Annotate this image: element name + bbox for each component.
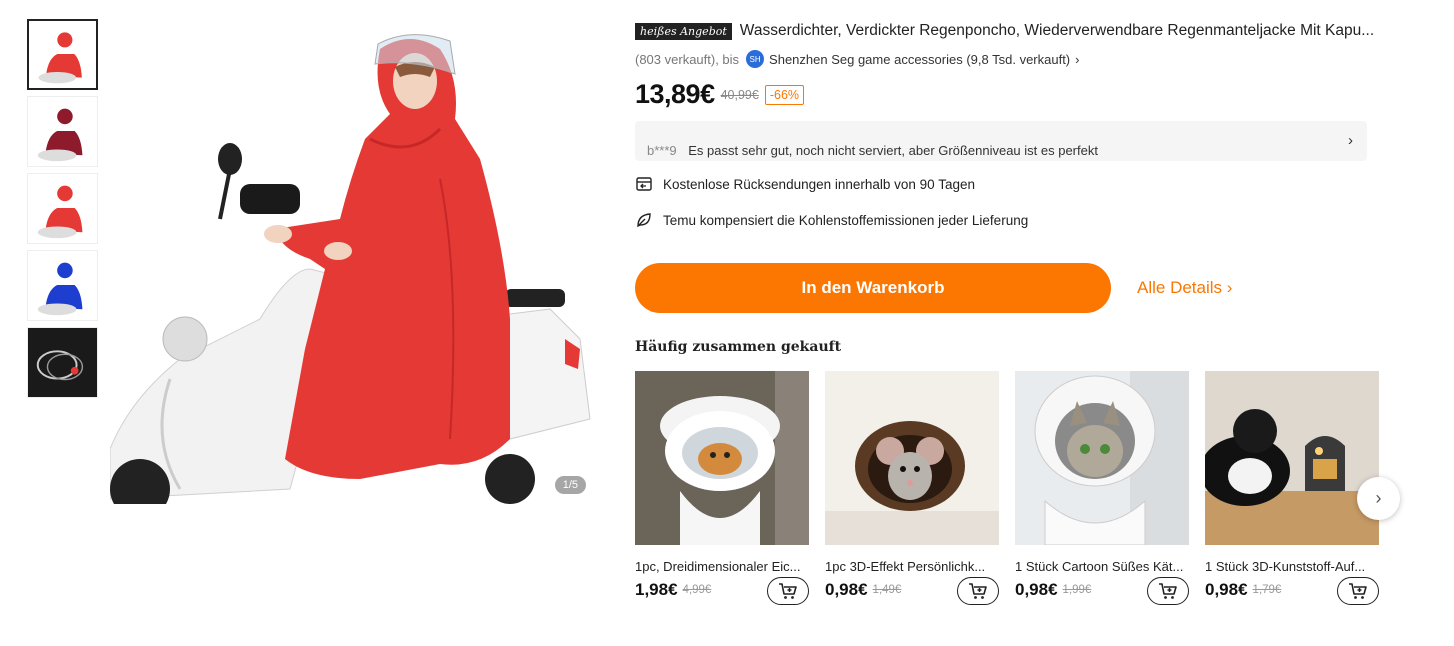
- feature-text: Temu kompensiert die Kohlenstoffemission…: [663, 212, 1029, 228]
- feature-text: Kostenlose Rücksendungen innerhalb von 9…: [663, 176, 975, 192]
- review-text: Es passt sehr gut, noch nicht serviert, …: [688, 143, 1098, 158]
- fbt-item[interactable]: 1 Stück Cartoon Süßes Kät... 0,98€ 1,99€: [1015, 371, 1189, 605]
- fbt-price: 0,98€: [1015, 580, 1058, 599]
- sold-count: (803 verkauft), bis: [635, 51, 740, 67]
- thumbnail-4[interactable]: [27, 250, 98, 321]
- discount-badge: -66%: [764, 84, 805, 105]
- fbt-item[interactable]: 1pc 3D-Effekt Persönlichk... 0,98€ 1,49€: [825, 371, 999, 605]
- fbt-old-price: 4,99€: [682, 584, 712, 596]
- current-price: 13,89€: [635, 79, 715, 109]
- fbt-old-price: 1,99€: [1062, 584, 1092, 596]
- frequently-bought-title: Häufig zusammen gekauft: [635, 339, 842, 355]
- all-details-label: Alle Details: [1137, 278, 1223, 297]
- fbt-item-name[interactable]: 1 Stück Cartoon Süßes Kät...: [1015, 559, 1189, 574]
- cart-plus-icon: [1159, 583, 1177, 599]
- original-price: 40,99€: [720, 87, 759, 102]
- main-product-image[interactable]: 1/5: [110, 19, 594, 504]
- fbt-price-row: 1,98€ 4,99€: [635, 577, 809, 605]
- thumbnail-1[interactable]: [27, 19, 98, 90]
- store-avatar[interactable]: SH: [746, 50, 765, 68]
- fbt-price-row: 0,98€ 1,49€: [825, 577, 999, 605]
- fbt-old-price: 1,79€: [1252, 584, 1282, 596]
- fbt-item-name[interactable]: 1pc, Dreidimensionaler Eic...: [635, 559, 809, 574]
- fbt-item-name[interactable]: 1pc 3D-Effekt Persönlichk...: [825, 559, 999, 574]
- thumbnail-list: [27, 19, 98, 404]
- product-title: Wasserdichter, Verdickter Regenponcho, W…: [739, 22, 1375, 39]
- cart-row: In den Warenkorb Alle Details ›: [635, 263, 1380, 313]
- fbt-item-name[interactable]: 1 Stück 3D-Kunststoff-Auf...: [1205, 559, 1379, 574]
- chevron-right-icon: ›: [1226, 278, 1233, 297]
- thumbnail-2[interactable]: [27, 96, 98, 167]
- fbt-price: 1,98€: [635, 580, 678, 599]
- store-link[interactable]: Shenzhen Seg game accessories (9,8 Tsd. …: [769, 52, 1070, 67]
- return-box-icon: [636, 177, 652, 191]
- image-counter: 1/5: [554, 476, 586, 494]
- cart-plus-icon: [1349, 583, 1367, 599]
- fbt-image[interactable]: [825, 371, 999, 545]
- leaf-icon: [637, 213, 651, 228]
- fbt-item[interactable]: 1 Stück 3D-Kunststoff-Auf... 0,98€ 1,79€: [1205, 371, 1379, 605]
- cart-plus-icon: [779, 583, 797, 599]
- sales-store-row: (803 verkauft), bis SH Shenzhen Seg game…: [635, 50, 1380, 68]
- fbt-add-to-cart-button[interactable]: [957, 577, 999, 605]
- cart-plus-icon: [969, 583, 987, 599]
- fbt-price: 0,98€: [825, 580, 868, 599]
- price-row: 13,89€ 40,99€ -66%: [635, 79, 1380, 110]
- chevron-right-icon[interactable]: ›: [1348, 132, 1353, 149]
- title-row: heißes Angebot Wasserdichter, Verdickter…: [635, 19, 1380, 43]
- all-details-link[interactable]: Alle Details ›: [1137, 278, 1232, 298]
- fbt-image[interactable]: [1015, 371, 1189, 545]
- raincoat-scooter-illustration: [110, 19, 594, 504]
- fbt-old-price: 1,49€: [872, 584, 902, 596]
- chevron-right-icon[interactable]: ›: [1075, 52, 1079, 67]
- fbt-price: 0,98€: [1205, 580, 1248, 599]
- review-user: b***9: [647, 143, 677, 158]
- review-ticker[interactable]: b***9 Es passt sehr gut, noch nicht serv…: [635, 121, 1367, 161]
- review-line: b***9 Es passt sehr gut, noch nicht serv…: [647, 143, 1098, 158]
- fbt-price-row: 0,98€ 1,79€: [1205, 577, 1379, 605]
- feature-carbon: Temu kompensiert die Kohlenstoffemission…: [635, 211, 1380, 229]
- carousel-next-button[interactable]: ›: [1357, 477, 1400, 520]
- thumbnail-5[interactable]: [27, 327, 98, 398]
- fbt-image[interactable]: [1205, 371, 1379, 545]
- feature-free-returns: Kostenlose Rücksendungen innerhalb von 9…: [635, 175, 1380, 193]
- hot-deal-badge: heißes Angebot: [635, 22, 732, 40]
- fbt-add-to-cart-button[interactable]: [1147, 577, 1189, 605]
- frequently-bought-list: 1pc, Dreidimensionaler Eic... 1,98€ 4,99…: [635, 371, 1380, 605]
- thumbnail-3[interactable]: [27, 173, 98, 244]
- fbt-image[interactable]: [635, 371, 809, 545]
- product-info: heißes Angebot Wasserdichter, Verdickter…: [635, 19, 1380, 605]
- fbt-price-row: 0,98€ 1,99€: [1015, 577, 1189, 605]
- fbt-add-to-cart-button[interactable]: [1337, 577, 1379, 605]
- fbt-item[interactable]: 1pc, Dreidimensionaler Eic... 1,98€ 4,99…: [635, 371, 809, 605]
- chevron-right-icon: ›: [1375, 488, 1382, 508]
- add-to-cart-button[interactable]: In den Warenkorb: [635, 263, 1111, 313]
- fbt-add-to-cart-button[interactable]: [767, 577, 809, 605]
